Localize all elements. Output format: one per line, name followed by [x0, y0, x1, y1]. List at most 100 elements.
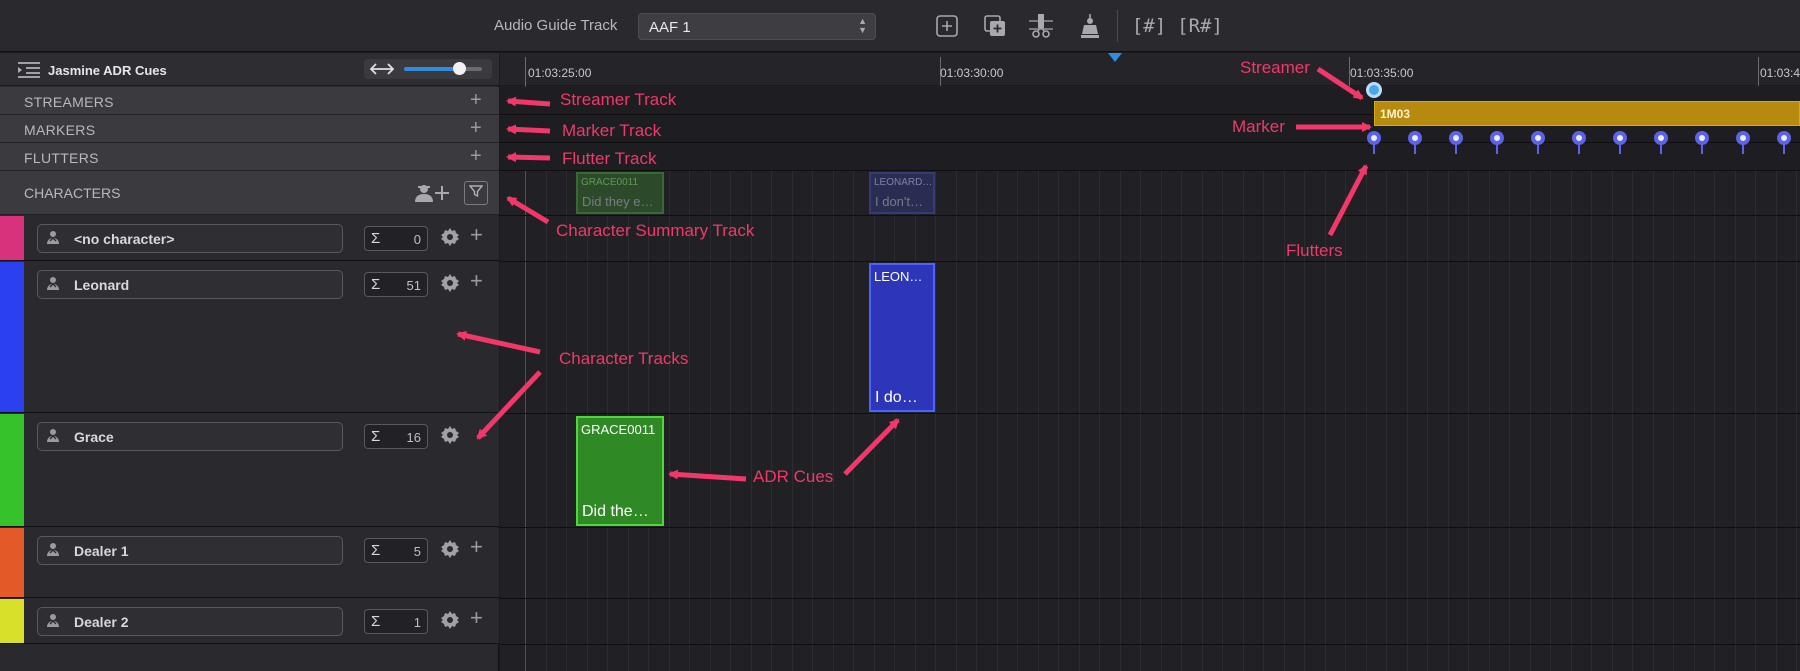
add-square-icon[interactable] — [933, 12, 961, 40]
grid-line-minor — [730, 86, 731, 671]
streamer-point[interactable] — [1366, 82, 1382, 98]
flutter-point[interactable] — [1488, 130, 1506, 154]
audio-guide-track-value: AAF 1 — [649, 19, 691, 36]
character-upload-icon[interactable] — [45, 613, 61, 634]
character-row-dealer-1[interactable]: Dealer 1 Σ5 + — [0, 528, 499, 598]
cue-count-value: 51 — [406, 278, 421, 293]
filter-button[interactable] — [464, 181, 488, 205]
characters-summary-header[interactable]: CHARACTERS — [0, 171, 499, 215]
add-cue-plus-icon[interactable]: + — [470, 224, 483, 246]
character-color-swatch[interactable] — [0, 528, 24, 597]
grid-line-minor — [1407, 86, 1408, 671]
razor-icon[interactable] — [1027, 12, 1055, 40]
gear-icon[interactable] — [440, 539, 460, 564]
flutter-point[interactable] — [1775, 130, 1793, 154]
flutter-lane[interactable] — [500, 143, 1800, 171]
grid-line-minor — [1345, 86, 1346, 671]
character-name-field[interactable]: Grace — [37, 422, 343, 451]
character-color-swatch[interactable] — [0, 414, 24, 526]
character-name-field[interactable]: Dealer 2 — [37, 607, 343, 636]
grid-line-minor — [1550, 86, 1551, 671]
add-marker-plus-icon[interactable]: + — [470, 118, 482, 138]
add-cue-plus-icon[interactable]: + — [470, 536, 483, 558]
flutter-point[interactable] — [1652, 130, 1670, 154]
cue-id: GRACE0011 — [581, 422, 656, 437]
character-name: Dealer 1 — [74, 543, 129, 559]
zoom-slider-knob[interactable] — [453, 62, 466, 75]
character-upload-icon[interactable] — [45, 428, 61, 449]
character-name-field[interactable]: <no character> — [37, 224, 343, 253]
flutter-point[interactable] — [1693, 130, 1711, 154]
summary-cue-grace[interactable]: GRACE0011 Did they e… — [576, 172, 664, 214]
flutters-track-header[interactable]: FLUTTERS + — [0, 143, 499, 171]
character-name-field[interactable]: Dealer 1 — [37, 536, 343, 565]
grid-line-minor — [1427, 86, 1428, 671]
flutter-point[interactable] — [1734, 130, 1752, 154]
cue-count-value: 16 — [406, 430, 421, 445]
timecode-ruler[interactable]: 01:03:25:00 01:03:30:00 01:03:35:00 01:0… — [500, 53, 1800, 86]
add-cue-plus-icon[interactable]: + — [470, 270, 483, 292]
marker-1m03[interactable]: 1M03 — [1374, 101, 1800, 126]
character-row-no-character[interactable]: <no character> Σ0 + — [0, 216, 499, 261]
markers-label: MARKERS — [24, 122, 96, 138]
flutter-point[interactable] — [1529, 130, 1547, 154]
character-upload-icon[interactable] — [45, 230, 61, 251]
grid-line-minor — [1735, 86, 1736, 671]
add-streamer-plus-icon[interactable]: + — [470, 90, 482, 110]
grid-line-minor — [1243, 86, 1244, 671]
sigma-icon: Σ — [371, 428, 381, 445]
gear-icon[interactable] — [440, 227, 460, 252]
grid-line-minor — [792, 86, 793, 671]
character-upload-icon[interactable] — [45, 542, 61, 563]
duplicate-icon[interactable] — [981, 12, 1009, 40]
character-row-grace[interactable]: Grace Σ 16 — [0, 414, 499, 527]
menu-lines-icon[interactable] — [18, 62, 40, 83]
flutter-point[interactable] — [1611, 130, 1629, 154]
gear-icon[interactable] — [440, 425, 460, 450]
flutters-label: FLUTTERS — [24, 150, 99, 166]
character-color-swatch[interactable] — [0, 599, 24, 643]
character-color-swatch[interactable] — [0, 216, 24, 260]
sigma-icon: Σ — [371, 230, 381, 247]
add-cue-plus-icon[interactable]: + — [470, 607, 483, 629]
adr-cue-leonard[interactable]: LEON… I do… — [869, 263, 935, 412]
bracket-r-hash-icon[interactable]: [R#] — [1177, 12, 1223, 40]
grid-line-minor — [1325, 86, 1326, 671]
add-character-icon[interactable] — [414, 182, 452, 209]
streamers-track-header[interactable]: STREAMERS + — [0, 87, 499, 115]
character-upload-icon[interactable] — [45, 276, 61, 297]
timeline[interactable]: 01:03:25:00 01:03:30:00 01:03:35:00 01:0… — [500, 53, 1800, 671]
flutter-point[interactable] — [1570, 130, 1588, 154]
cue-count: Σ0 — [364, 226, 428, 251]
playhead-marker[interactable] — [1108, 53, 1122, 62]
grid-line-minor — [751, 86, 752, 671]
gear-icon[interactable] — [440, 610, 460, 635]
add-flutter-plus-icon[interactable]: + — [470, 146, 482, 166]
audio-guide-track-label: Audio Guide Track — [494, 17, 618, 34]
character-row-dealer-2[interactable]: Dealer 2 Σ1 + — [0, 599, 499, 644]
grid-line-minor — [1263, 86, 1264, 671]
zoom-control[interactable] — [364, 59, 492, 79]
bracket-hash-icon[interactable]: [#] — [1132, 12, 1166, 40]
flutter-point[interactable] — [1365, 130, 1383, 154]
character-name: Grace — [74, 429, 114, 445]
audio-guide-track-select[interactable]: AAF 1 ▲ ▼ — [638, 13, 876, 40]
character-color-swatch[interactable] — [0, 262, 24, 412]
annotation-character-tracks: Character Tracks — [559, 349, 689, 368]
gear-icon[interactable] — [440, 273, 460, 298]
adr-cue-grace[interactable]: GRACE0011 Did the… — [576, 416, 664, 526]
character-name-field[interactable]: Leonard — [37, 270, 343, 299]
flutter-point[interactable] — [1447, 130, 1465, 154]
summary-cue-id: LEONARD… — [874, 177, 933, 188]
annotation-character-summary: Character Summary Track — [556, 221, 755, 240]
stamp-icon[interactable] — [1076, 12, 1104, 40]
flutter-point[interactable] — [1406, 130, 1424, 154]
character-row-leonard[interactable]: Leonard Σ 51 + — [0, 262, 499, 413]
grid-line-minor — [935, 86, 936, 671]
marker-label: 1M03 — [1380, 107, 1411, 121]
markers-track-header[interactable]: MARKERS + — [0, 115, 499, 143]
summary-cue-leonard[interactable]: LEONARD… I don't… — [869, 172, 935, 214]
filter-icon — [468, 184, 484, 203]
lane-divider — [500, 215, 1800, 216]
lane-divider — [500, 598, 1800, 599]
